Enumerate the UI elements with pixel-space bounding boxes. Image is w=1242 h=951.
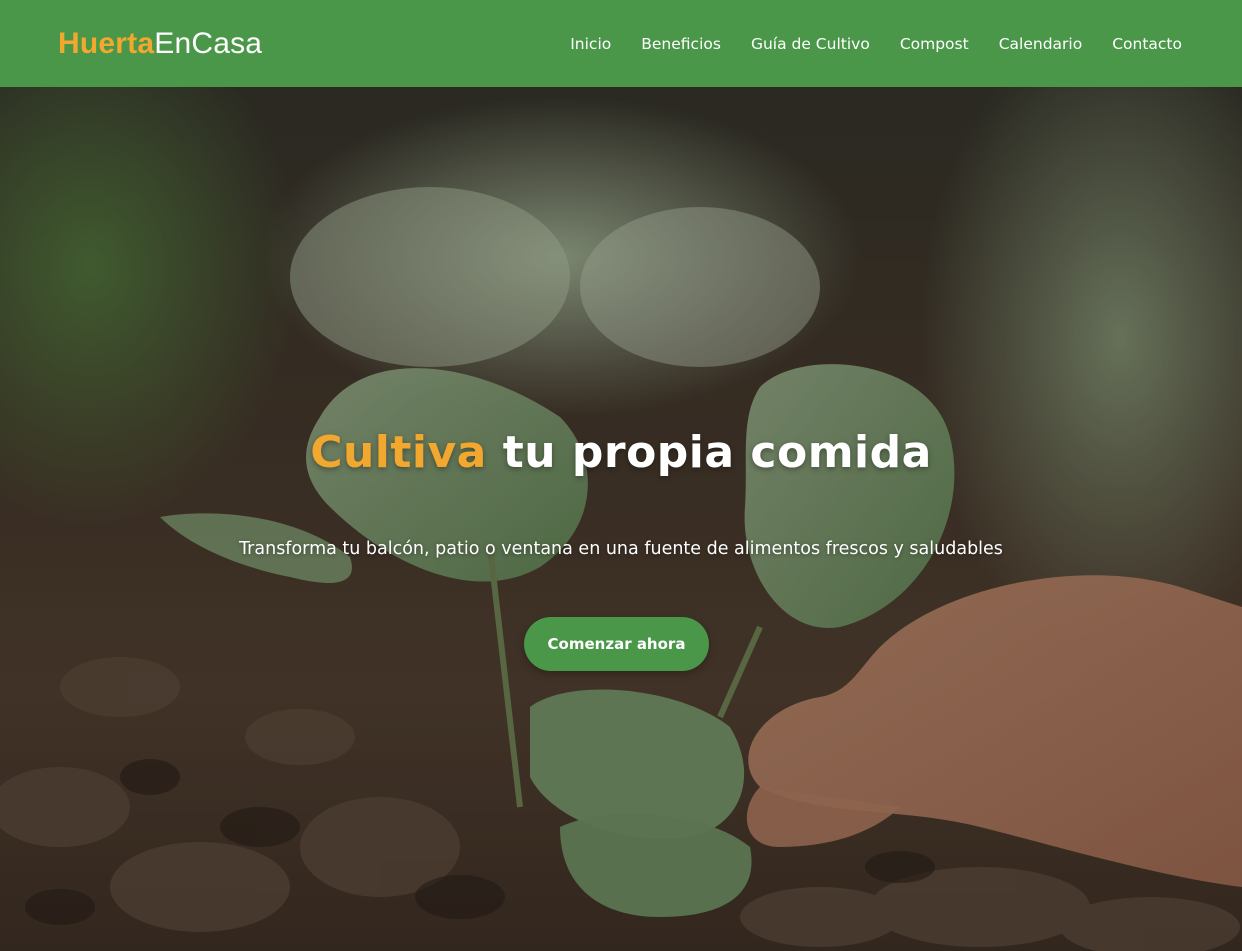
logo-accent-text: Huerta (58, 26, 155, 60)
nav-link-compost[interactable]: Compost (900, 35, 969, 53)
hero-title-rest: tu propia comida (486, 427, 932, 478)
logo-rest-text: EnCasa (154, 26, 263, 60)
hero-overlay (0, 87, 1242, 951)
nav-link-beneficios[interactable]: Beneficios (641, 35, 721, 53)
hero-title-accent: Cultiva (310, 427, 487, 478)
start-now-button[interactable]: Comenzar ahora (524, 617, 709, 671)
site-header: HuertaEnCasa Inicio Beneficios Guía de C… (0, 0, 1242, 87)
hero-title: Cultiva tu propia comida (0, 427, 1242, 478)
main-nav: Inicio Beneficios Guía de Cultivo Compos… (570, 35, 1182, 53)
site-logo[interactable]: HuertaEnCasa (58, 27, 262, 61)
nav-link-guia-de-cultivo[interactable]: Guía de Cultivo (751, 35, 870, 53)
nav-link-inicio[interactable]: Inicio (570, 35, 611, 53)
nav-link-contacto[interactable]: Contacto (1112, 35, 1182, 53)
hero-subtitle: Transforma tu balcón, patio o ventana en… (239, 539, 1003, 559)
nav-link-calendario[interactable]: Calendario (999, 35, 1083, 53)
hero-section: Cultiva tu propia comida Transforma tu b… (0, 87, 1242, 951)
